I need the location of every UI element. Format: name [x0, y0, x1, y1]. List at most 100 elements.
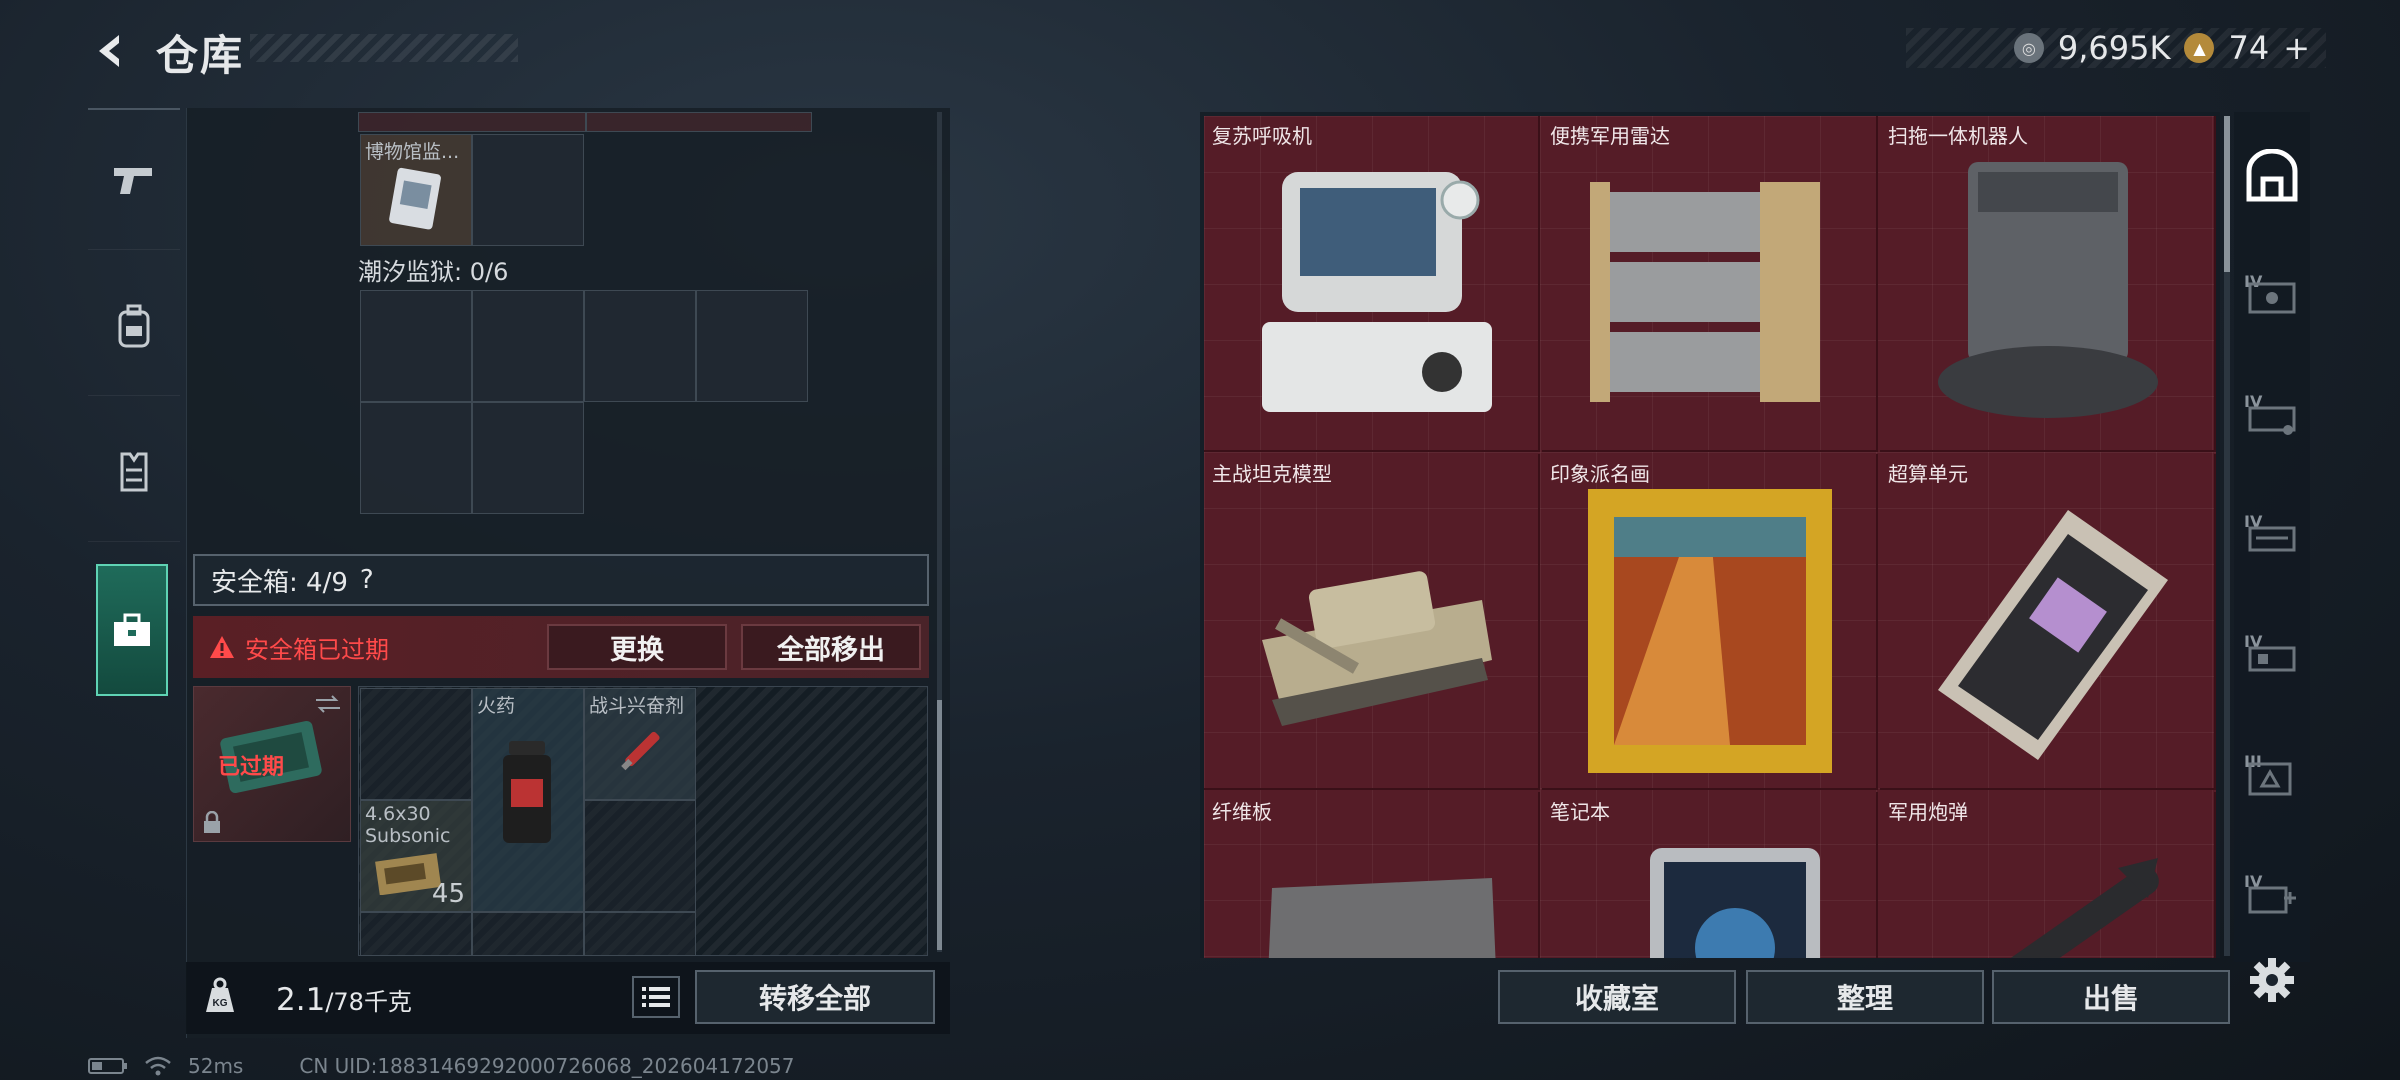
- room-tab-2[interactable]: [2242, 388, 2302, 448]
- room-tab-1[interactable]: [2242, 268, 2302, 328]
- grid-slot[interactable]: [360, 688, 472, 800]
- gold-plus-button[interactable]: +: [2283, 29, 2310, 67]
- collection-item-artillery-shell[interactable]: 军用炮弹: [1880, 792, 2216, 958]
- museum-item-tile[interactable]: 博物馆监...: [360, 134, 472, 246]
- museum-item-label: 博物馆监...: [365, 141, 460, 163]
- sell-button[interactable]: 出售: [1992, 970, 2230, 1024]
- collection-room-button[interactable]: 收藏室: [1498, 970, 1736, 1024]
- painting-icon: [1576, 489, 1844, 773]
- tab-vest[interactable]: [88, 402, 180, 542]
- silver-coin-icon: ◎: [2013, 33, 2044, 63]
- room-tab-6[interactable]: [2242, 868, 2302, 928]
- collection-grid: 复苏呼吸机 便携军用雷达 扫拖一体机器人 主战坦克模型 印象派名画 超算单元 纤…: [1204, 116, 2216, 958]
- silver-amount: 9,695K: [2057, 29, 2171, 67]
- item-combat-stimulant[interactable]: 战斗兴奋剂: [584, 688, 696, 800]
- pistol-icon: [114, 167, 152, 194]
- list-icon: [642, 987, 670, 1007]
- expired-badge: 已过期: [218, 755, 285, 780]
- collection-item-supercomputer[interactable]: 超算单元: [1880, 454, 2216, 790]
- title-stripe: [250, 34, 518, 62]
- missile-icon: [1914, 828, 2182, 958]
- safebox-expired-bar: 安全箱已过期 更换 全部移出: [193, 616, 929, 678]
- tide-prison-label: 潮汐监狱: 0/6: [358, 258, 509, 286]
- weight-icon: KG: [206, 977, 234, 1012]
- museum-empty-slot: [472, 134, 584, 246]
- help-icon[interactable]: ?: [360, 565, 374, 595]
- room-tab-3[interactable]: [2242, 508, 2302, 568]
- replace-button[interactable]: 更换: [547, 624, 727, 670]
- gunpowder-jar-icon: [503, 741, 551, 843]
- battery-icon: [88, 1058, 127, 1074]
- grid-slot[interactable]: [584, 800, 696, 912]
- item-ammo[interactable]: 4.6x30 Subsonic 45: [360, 800, 472, 912]
- currency-bar: ◎ 9,695K ▲ 74 +: [1906, 28, 2326, 68]
- tab-backpack[interactable]: [88, 256, 180, 396]
- room-icon: [2248, 406, 2296, 435]
- left-sidebar: [88, 108, 180, 708]
- item-label: 纤维板: [1212, 800, 1272, 824]
- item-label: 笔记本: [1550, 800, 1610, 824]
- collection-item-ventilator[interactable]: 复苏呼吸机: [1204, 116, 1540, 452]
- vest-icon: [120, 452, 148, 491]
- grid-slot[interactable]: [360, 912, 472, 956]
- room-icon: [2248, 646, 2296, 672]
- collection-item-painting[interactable]: 印象派名画: [1542, 454, 1878, 790]
- swap-icon[interactable]: [314, 695, 342, 713]
- weight-readout: 2.1/78千克: [276, 982, 412, 1018]
- grid-slot[interactable]: [360, 290, 472, 402]
- grid-slot[interactable]: [472, 402, 584, 514]
- item-label: 火药: [477, 695, 516, 717]
- weight-icon-text: KG: [213, 998, 228, 1009]
- safebox-header: 安全箱: 4/9 ?: [193, 554, 929, 606]
- list-view-button[interactable]: [632, 976, 680, 1018]
- museum-row-top: [586, 112, 812, 132]
- lock-icon: [204, 811, 220, 833]
- ping-readout: 52ms: [188, 1054, 244, 1078]
- grid-slot[interactable]: [472, 290, 584, 402]
- inventory-scrollbar-thumb[interactable]: [937, 700, 942, 950]
- collection-item-laptop[interactable]: 笔记本: [1542, 792, 1878, 958]
- backpack-icon: [118, 304, 150, 347]
- laptop-icon: [1576, 828, 1844, 958]
- document-icon: [389, 167, 441, 230]
- room-icon: [2248, 762, 2292, 796]
- room-tab-4[interactable]: [2242, 628, 2302, 688]
- item-count: 45: [431, 879, 465, 909]
- home-base-button[interactable]: [2242, 146, 2302, 206]
- grid-slot[interactable]: [472, 912, 584, 956]
- grid-slot[interactable]: [584, 290, 696, 402]
- collection-item-radar[interactable]: 便携军用雷达: [1542, 116, 1878, 452]
- grid-slot[interactable]: [360, 402, 472, 514]
- collection-item-robot-vacuum[interactable]: 扫拖一体机器人: [1880, 116, 2216, 452]
- organize-button[interactable]: 整理: [1746, 970, 1984, 1024]
- back-button[interactable]: [86, 26, 136, 76]
- item-label: 军用炮弹: [1888, 800, 1968, 824]
- grid-slot[interactable]: [696, 290, 808, 402]
- status-bar: 52ms CN UID:18831469292000726068_2026041…: [88, 1054, 795, 1078]
- collection-item-fiberboard[interactable]: 纤维板: [1204, 792, 1540, 958]
- fiberboard-icon: [1238, 828, 1506, 958]
- tab-weapons[interactable]: [88, 110, 180, 250]
- settings-gear-icon[interactable]: [2248, 956, 2296, 1004]
- remove-all-button[interactable]: 全部移出: [741, 624, 921, 670]
- tab-safebox[interactable]: [96, 564, 168, 696]
- room-tab-5[interactable]: [2242, 748, 2302, 808]
- item-label: 扫拖一体机器人: [1888, 124, 2028, 148]
- robot-vacuum-icon: [1914, 152, 2182, 432]
- museum-row-top: [358, 112, 586, 132]
- page-title: 仓库: [156, 31, 245, 80]
- tank-icon: [1238, 490, 1506, 770]
- grid-slot[interactable]: [584, 912, 696, 956]
- uid-readout: CN UID:18831469292000726068_202604172057: [299, 1054, 795, 1078]
- base-icon: [2246, 149, 2298, 202]
- collection-item-tank-model[interactable]: 主战坦克模型: [1204, 454, 1540, 790]
- item-label: 便携军用雷达: [1550, 124, 1670, 148]
- item-gunpowder[interactable]: 火药: [472, 688, 584, 912]
- item-label: 主战坦克模型: [1212, 462, 1332, 486]
- room-icon: [2248, 282, 2296, 314]
- transfer-all-button[interactable]: 转移全部: [695, 970, 935, 1024]
- collection-scrollbar-thumb[interactable]: [2224, 116, 2230, 272]
- safebox-item[interactable]: 已过期: [193, 686, 351, 842]
- room-icon: [2248, 526, 2296, 552]
- back-arrow-icon: [99, 35, 119, 67]
